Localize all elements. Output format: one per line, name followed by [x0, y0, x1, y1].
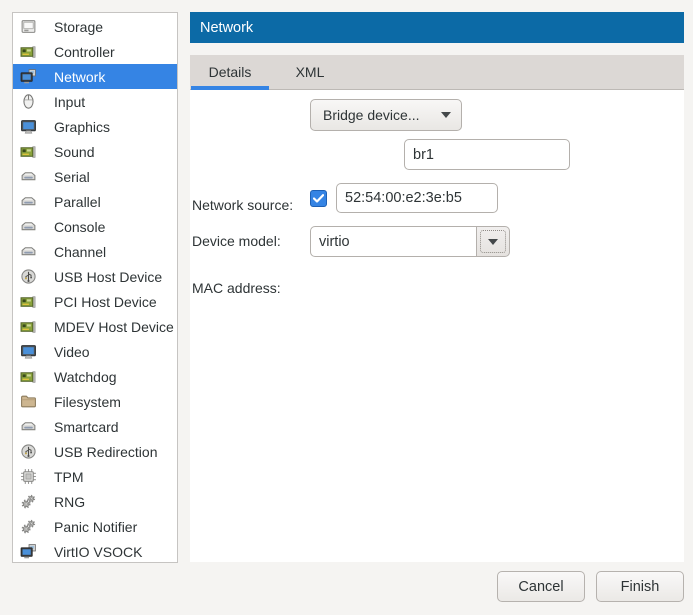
port-icon — [19, 418, 37, 435]
sidebar-item-label: Sound — [54, 144, 94, 160]
sidebar-item-smartcard[interactable]: Smartcard — [13, 414, 177, 439]
tab-details[interactable]: Details — [190, 55, 270, 89]
device-name-input[interactable] — [404, 139, 570, 170]
computer-icon — [19, 543, 37, 560]
mouse-icon — [19, 93, 37, 110]
sidebar-item-network[interactable]: Network — [13, 64, 177, 89]
sidebar-item-storage[interactable]: Storage — [13, 14, 177, 39]
sidebar-item-label: VirtIO VSOCK — [54, 544, 142, 560]
card-icon — [19, 43, 37, 60]
sidebar-item-usb-host-device[interactable]: USB Host Device — [13, 264, 177, 289]
sidebar-item-input[interactable]: Input — [13, 89, 177, 114]
port-icon — [19, 193, 37, 210]
sidebar-item-label: Channel — [54, 244, 106, 260]
sidebar-item-mdev-host-device[interactable]: MDEV Host Device — [13, 314, 177, 339]
sidebar-item-parallel[interactable]: Parallel — [13, 189, 177, 214]
tab-details-label: Details — [209, 64, 252, 80]
sidebar-item-label: Input — [54, 94, 85, 110]
display-icon — [19, 118, 37, 135]
sidebar-item-video[interactable]: Video — [13, 339, 177, 364]
finish-button[interactable]: Finish — [596, 571, 684, 602]
page-title: Network — [200, 20, 253, 36]
network-source-dropdown[interactable]: Bridge device... — [310, 99, 462, 131]
device-model-input[interactable] — [310, 226, 477, 257]
sidebar-item-serial[interactable]: Serial — [13, 164, 177, 189]
sidebar-item-label: Watchdog — [54, 369, 117, 385]
card-icon — [19, 318, 37, 335]
display-icon — [19, 343, 37, 360]
sidebar-item-label: Parallel — [54, 194, 101, 210]
card-icon — [19, 143, 37, 160]
mac-address-input[interactable] — [336, 183, 498, 213]
sidebar-item-sound[interactable]: Sound — [13, 139, 177, 164]
usb-icon — [19, 268, 37, 285]
mac-address-checkbox[interactable] — [310, 190, 327, 207]
sidebar-item-filesystem[interactable]: Filesystem — [13, 389, 177, 414]
sidebar-item-label: Controller — [54, 44, 115, 60]
sidebar-item-label: Filesystem — [54, 394, 121, 410]
sidebar-item-watchdog[interactable]: Watchdog — [13, 364, 177, 389]
usb-icon — [19, 443, 37, 460]
sidebar-item-label: Storage — [54, 19, 103, 35]
page-title-bar: Network — [190, 12, 684, 43]
card-icon — [19, 368, 37, 385]
folder-icon — [19, 393, 37, 410]
sidebar-item-console[interactable]: Console — [13, 214, 177, 239]
sidebar-item-controller[interactable]: Controller — [13, 39, 177, 64]
sidebar-item-label: Graphics — [54, 119, 110, 135]
tab-xml[interactable]: XML — [270, 55, 350, 89]
sidebar-item-label: Serial — [54, 169, 90, 185]
sidebar-item-label: Panic Notifier — [54, 519, 137, 535]
sidebar-item-tpm[interactable]: TPM — [13, 464, 177, 489]
device-model-dropdown-button[interactable] — [477, 226, 510, 257]
chip-icon — [19, 468, 37, 485]
port-icon — [19, 168, 37, 185]
details-pane: Network source: Bridge device... Device … — [190, 90, 684, 562]
sidebar-item-label: PCI Host Device — [54, 294, 157, 310]
sidebar-item-graphics[interactable]: Graphics — [13, 114, 177, 139]
sidebar-item-label: Network — [54, 69, 105, 85]
sidebar-item-rng[interactable]: RNG — [13, 489, 177, 514]
sidebar-item-usb-redirection[interactable]: USB Redirection — [13, 439, 177, 464]
tabbar: Details XML — [190, 55, 684, 90]
sidebar-item-panic-notifier[interactable]: Panic Notifier — [13, 514, 177, 539]
gears-icon — [19, 493, 37, 510]
focus-outline — [480, 230, 506, 253]
sidebar-item-label: Smartcard — [54, 419, 119, 435]
checkmark-icon — [313, 194, 324, 203]
tab-xml-label: XML — [296, 64, 325, 80]
port-icon — [19, 218, 37, 235]
mac-address-label: MAC address: — [192, 280, 281, 296]
sidebar-item-label: USB Host Device — [54, 269, 162, 285]
port-icon — [19, 243, 37, 260]
cancel-button[interactable]: Cancel — [497, 571, 585, 602]
network-source-value: Bridge device... — [323, 107, 420, 123]
card-icon — [19, 293, 37, 310]
sidebar-item-pci-host-device[interactable]: PCI Host Device — [13, 289, 177, 314]
sidebar-item-label: USB Redirection — [54, 444, 158, 460]
sidebar-item-label: MDEV Host Device — [54, 319, 174, 335]
sidebar-item-label: Video — [54, 344, 90, 360]
drive-icon — [19, 18, 37, 35]
device-model-label: Device model: — [192, 233, 281, 249]
hardware-type-list: Storage Controller Network Input Graphics Sou… — [12, 12, 178, 563]
gears-icon — [19, 518, 37, 535]
network-source-label: Network source: — [192, 197, 293, 213]
sidebar-item-channel[interactable]: Channel — [13, 239, 177, 264]
chevron-down-icon — [441, 112, 451, 118]
sidebar-item-virtio-vsock[interactable]: VirtIO VSOCK — [13, 539, 177, 563]
sidebar-item-label: RNG — [54, 494, 85, 510]
computer-icon — [19, 68, 37, 85]
sidebar-item-label: TPM — [54, 469, 84, 485]
add-hardware-dialog: Storage Controller Network Input Graphics Sou… — [0, 0, 693, 615]
sidebar-item-label: Console — [54, 219, 105, 235]
